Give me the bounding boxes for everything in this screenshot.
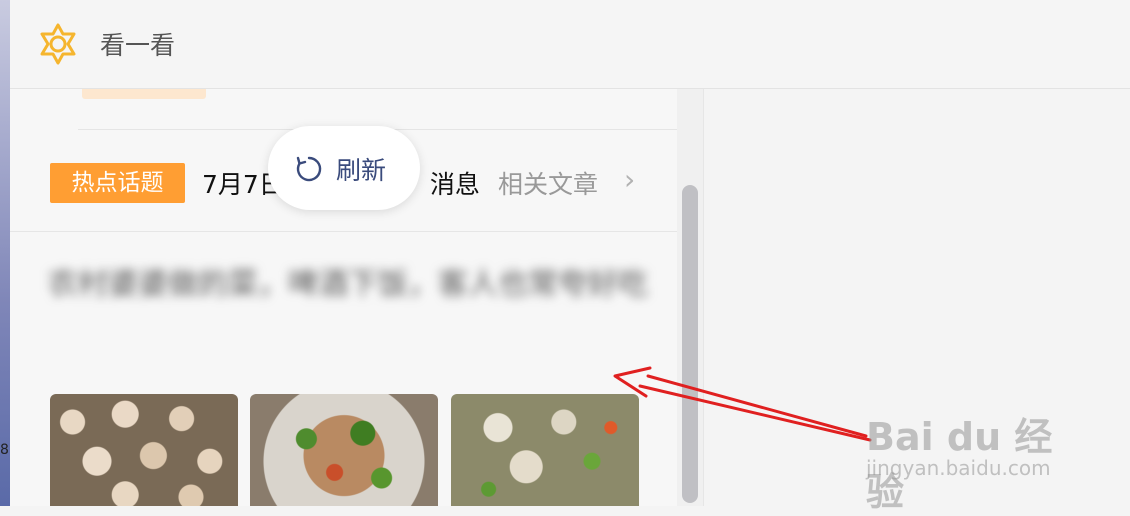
baidu-jingyan-watermark: Bai du 经验 jingyan.baidu.com bbox=[866, 384, 1076, 514]
watermark-url: jingyan.baidu.com bbox=[866, 456, 1051, 480]
